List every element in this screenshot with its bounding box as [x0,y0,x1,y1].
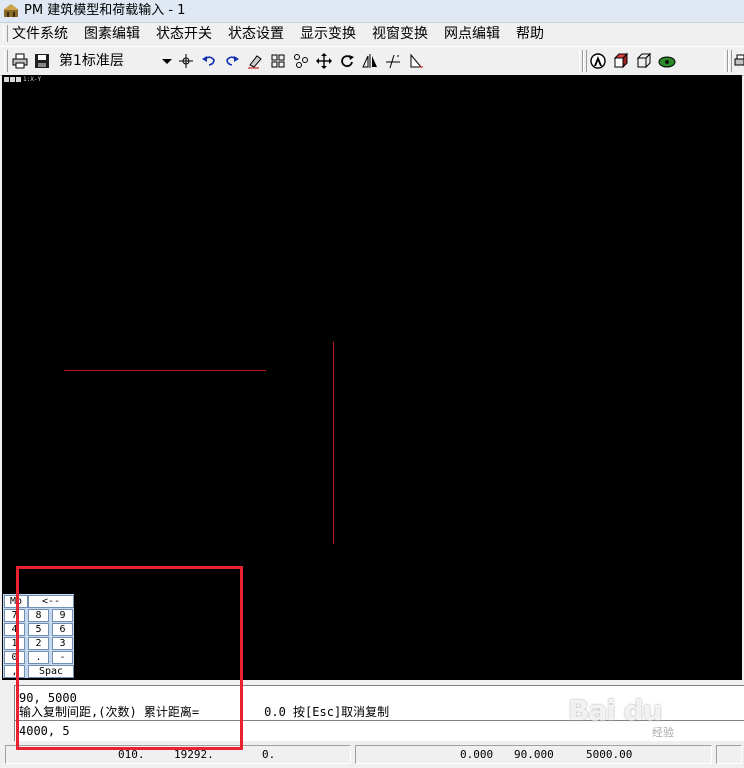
status-extra [716,745,742,764]
triangle-icon [410,53,423,68]
view-indicator-square [4,77,9,82]
watermark-sub-text: 经验 [652,726,674,739]
grid-button[interactable] [268,51,288,71]
layer-dropdown[interactable]: 第1标准层 [56,51,174,71]
keypad-key-5[interactable]: 5 [28,623,49,636]
status-bar: 010. 19292. 0. 0.000 90.000 5000.00 [0,742,744,768]
redo-button[interactable] [222,51,242,71]
snap-button[interactable] [291,51,311,71]
mirror-icon [362,54,377,68]
menu-state-switch[interactable]: 状态开关 [156,26,212,43]
mirror-button[interactable] [360,51,380,71]
render-button[interactable] [588,51,608,71]
numeric-keypad: Mo <-- 7 8 9 4 5 6 1 2 3 0 . - , Spac [3,594,74,678]
horizontal-axis-line [64,370,266,371]
keypad-key-dot[interactable]: . [28,651,49,664]
vertical-axis-line [333,342,334,544]
save-button[interactable] [32,51,52,71]
keypad-backspace-key[interactable]: <-- [28,595,74,608]
drawing-canvas[interactable]: 1:X-Y [2,75,742,680]
print-button[interactable] [10,51,30,71]
print-icon [734,54,744,66]
grid-icon [271,54,285,68]
status-distance: 5000.00 [586,748,633,761]
menu-state-settings[interactable]: 状态设置 [228,26,284,43]
status-angle-a: 0.000 [460,748,494,761]
keypad-key-2[interactable]: 2 [28,637,49,650]
keypad-key-4[interactable]: 4 [4,623,25,636]
3d-box-icon [613,53,629,69]
wireframe-box-icon [636,53,652,69]
render-icon [590,53,606,69]
keypad-space-key[interactable]: Spac [28,665,74,678]
watermark-logo-text: Bai du [568,694,663,727]
status-z-value: 0. [262,748,276,761]
redo-icon [226,56,239,66]
command-history-line: 90, 5000 [19,691,77,705]
wireframe-box-button[interactable] [634,51,654,71]
menu-view-transform[interactable]: 视窗变换 [372,26,428,43]
undo-icon [202,56,215,66]
pan-icon [316,53,332,69]
layer-dropdown-value: 第1标准层 [59,53,124,69]
keypad-key-comma[interactable]: , [4,665,25,678]
view-indicator-square [16,77,21,82]
keypad-key-1[interactable]: 1 [4,637,25,650]
keypad-key-6[interactable]: 6 [52,623,73,636]
status-coordinates: 010. 19292. 0. [5,745,351,764]
menu-grid-edit[interactable]: 网点编辑 [444,26,500,43]
dimension-icon [386,54,400,69]
app-icon [3,3,19,19]
chevron-down-icon [162,59,172,64]
pan-button[interactable] [314,51,334,71]
keypad-key-7[interactable]: 7 [4,609,25,622]
menu-grip [3,25,8,42]
view-indicator: 1:X-Y [4,76,41,83]
status-params: 0.000 90.000 5000.00 [355,745,712,764]
axis-node-icon [179,54,193,68]
keypad-key-0[interactable]: 0 [4,651,25,664]
erase-icon [248,55,262,69]
rotate-button[interactable] [337,51,357,71]
view-button[interactable] [657,51,677,71]
view-icon [658,56,676,68]
status-x-value: 010. [118,748,145,761]
command-prompt-line: 输入复制间距,(次数) 累计距离= 0.0 按[Esc]取消复制 [19,705,390,719]
window-title: PM 建筑模型和荷载输入 - 1 [24,3,186,18]
toolbar-overflow-button[interactable] [734,51,744,71]
keypad-key-8[interactable]: 8 [28,609,49,622]
rotate-icon [341,55,354,67]
menu-element-edit[interactable]: 图素编辑 [84,26,140,43]
command-input[interactable]: 4000, 5 [19,724,70,738]
triangle-button[interactable] [406,51,426,71]
toolbar-grip [4,50,8,72]
status-y-value: 19292. [174,748,214,761]
view-indicator-square [10,77,15,82]
menu-display-transform[interactable]: 显示变换 [300,26,356,43]
toolbar: 第1标准层 [0,46,744,76]
toolbar-grip [728,50,732,72]
keypad-key-9[interactable]: 9 [52,609,73,622]
menu-help[interactable]: 帮助 [516,26,544,43]
axis-node-button[interactable] [176,51,196,71]
status-angle-b: 90.000 [514,748,554,761]
print-icon [12,53,28,69]
3d-box-button[interactable] [611,51,631,71]
toolbar-grip [583,50,587,72]
keypad-mode-key[interactable]: Mo [4,595,28,608]
view-indicator-label: 1:X-Y [23,76,42,83]
menu-bar: 文件系统 图素编辑 状态开关 状态设置 显示变换 视窗变换 网点编辑 帮助 [0,23,744,45]
title-bar: PM 建筑模型和荷载输入 - 1 [0,0,744,23]
menu-file-system[interactable]: 文件系统 [12,26,68,43]
save-icon [35,54,49,68]
erase-button[interactable] [245,51,265,71]
dimension-button[interactable] [383,51,403,71]
undo-button[interactable] [199,51,219,71]
watermark: Bai du 经验 [560,688,738,740]
keypad-key-minus[interactable]: - [52,651,73,664]
keypad-key-3[interactable]: 3 [52,637,73,650]
snap-icon [294,54,308,68]
